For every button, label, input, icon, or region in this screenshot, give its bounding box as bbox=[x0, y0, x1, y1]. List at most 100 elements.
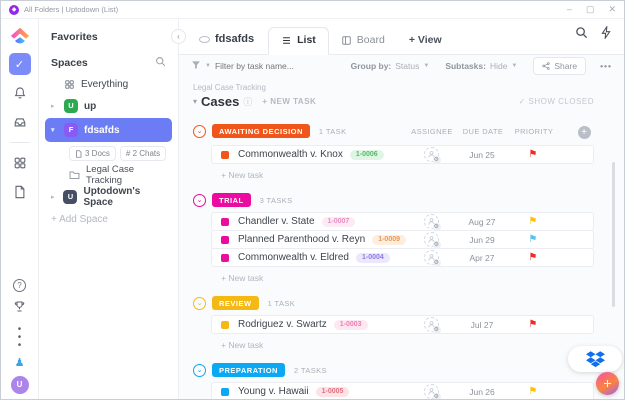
new-task-button[interactable]: + NEW TASK bbox=[262, 97, 316, 106]
show-closed-toggle[interactable]: ✓ SHOW CLOSED bbox=[519, 97, 594, 106]
group-status-badge[interactable]: TRIAL bbox=[212, 193, 251, 207]
column-header-due-date[interactable]: DUE DATE bbox=[457, 127, 509, 136]
priority-flag-icon[interactable]: ⚑ bbox=[528, 252, 537, 263]
filter-funnel-icon[interactable] bbox=[191, 60, 201, 72]
priority-flag-icon[interactable]: ⚑ bbox=[528, 386, 537, 397]
add-column-button[interactable]: + bbox=[574, 122, 594, 140]
group-by-value[interactable]: Status bbox=[395, 61, 419, 71]
close-button[interactable]: ✕ bbox=[608, 5, 616, 14]
task-due-date[interactable]: Jun 29 bbox=[456, 235, 508, 245]
task-tag[interactable]: 1-0004 bbox=[355, 252, 390, 263]
sidebar-favorites-header[interactable]: Favorites bbox=[39, 27, 178, 47]
dropbox-widget[interactable] bbox=[568, 346, 622, 372]
search-icon[interactable] bbox=[155, 56, 166, 70]
docs-chip[interactable]: 3 Docs bbox=[69, 146, 116, 161]
sidebar-collapse-button[interactable]: ‹ bbox=[171, 29, 186, 44]
sidebar-item-space-up[interactable]: ▸ U up bbox=[39, 95, 178, 117]
help-icon[interactable]: ? bbox=[13, 279, 26, 292]
task-due-date[interactable]: Jun 25 bbox=[456, 150, 508, 160]
chevron-right-icon[interactable]: ▸ bbox=[51, 193, 57, 201]
info-icon[interactable]: ⓘ bbox=[243, 95, 252, 108]
assignee-add-button[interactable]: ⚙ bbox=[423, 214, 441, 231]
breadcrumb[interactable]: Legal Case Tracking bbox=[193, 83, 594, 92]
automation-lightning-icon[interactable] bbox=[600, 24, 612, 44]
chevron-down-icon[interactable]: ▾ bbox=[51, 126, 58, 134]
sidebar-item-list-legal-case-tracking[interactable]: Legal Case Tracking bbox=[39, 164, 178, 186]
task-title[interactable]: Chandler v. State bbox=[238, 216, 315, 227]
task-row[interactable]: Planned Parenthood v. Reynolds 1-0009 ⚙ … bbox=[211, 230, 594, 249]
sidebar-item-everything[interactable]: Everything bbox=[39, 73, 178, 95]
assignee-add-button[interactable]: ⚙ bbox=[423, 317, 441, 334]
task-status-square[interactable] bbox=[221, 253, 229, 262]
tab-list[interactable]: List bbox=[268, 27, 329, 55]
task-status-square[interactable] bbox=[221, 235, 229, 244]
sidebar-item-space-uptodown[interactable]: ▸ U Uptodown's Space bbox=[39, 186, 178, 208]
task-tag[interactable]: 1-0007 bbox=[321, 216, 356, 227]
priority-flag-icon[interactable]: ⚑ bbox=[528, 149, 537, 160]
priority-flag-icon[interactable]: ⚑ bbox=[528, 319, 537, 330]
task-status-square[interactable] bbox=[221, 150, 229, 159]
task-status-square[interactable] bbox=[221, 217, 229, 226]
add-task-link[interactable]: + New task bbox=[221, 170, 594, 180]
task-due-date[interactable]: Jun 26 bbox=[456, 387, 508, 397]
chevron-right-icon[interactable]: ▸ bbox=[51, 102, 58, 110]
search-icon[interactable] bbox=[575, 26, 588, 44]
column-header-priority[interactable]: PRIORITY bbox=[509, 127, 559, 136]
sidebar-spaces-header[interactable]: Spaces bbox=[39, 53, 178, 73]
task-title[interactable]: Planned Parenthood v. Reynolds bbox=[238, 234, 365, 245]
add-task-link[interactable]: + New task bbox=[221, 340, 594, 350]
caret-down-icon[interactable]: ▼ bbox=[205, 63, 211, 69]
sidebar-item-folder-fdsafds[interactable]: ▾ F fdsafds bbox=[45, 118, 172, 142]
task-status-square[interactable] bbox=[221, 320, 229, 329]
task-tag[interactable]: 1-0005 bbox=[315, 386, 350, 397]
docs-page-icon[interactable] bbox=[9, 181, 31, 203]
group-status-badge[interactable]: PREPARATION bbox=[212, 363, 285, 377]
column-header-assignee[interactable]: ASSIGNEE bbox=[407, 127, 457, 136]
quick-add-button[interactable]: + bbox=[596, 372, 619, 395]
task-status-square[interactable] bbox=[221, 387, 229, 396]
add-task-link[interactable]: + New task bbox=[221, 273, 594, 283]
subtasks-value[interactable]: Hide bbox=[490, 61, 507, 71]
priority-flag-icon[interactable]: ⚑ bbox=[528, 234, 537, 245]
group-collapse-chevron[interactable]: ⌄ bbox=[193, 124, 206, 138]
inbox-tray-icon[interactable] bbox=[9, 111, 31, 133]
caret-down-icon[interactable]: ▼ bbox=[511, 63, 517, 69]
trophy-icon[interactable] bbox=[13, 300, 26, 318]
task-row[interactable]: Chandler v. State 1-0007 ⚙ Aug 27 ⚑ bbox=[211, 212, 594, 231]
task-due-date[interactable]: Apr 27 bbox=[456, 253, 508, 263]
dashboards-grid-icon[interactable] bbox=[9, 152, 31, 174]
task-due-date[interactable]: Aug 27 bbox=[456, 217, 508, 227]
task-row[interactable]: Commonwealth v. Knox 1-0006 ⚙ Jun 25 ⚑ bbox=[211, 145, 594, 164]
tab-board[interactable]: Board bbox=[329, 28, 397, 54]
tasks-nav-icon[interactable]: ✓ bbox=[8, 53, 31, 75]
task-due-date[interactable]: Jul 27 bbox=[456, 320, 508, 330]
collapse-caret-icon[interactable]: ▾ bbox=[193, 97, 197, 106]
clickup-logo-icon[interactable] bbox=[9, 25, 31, 45]
user-avatar[interactable]: U bbox=[10, 376, 29, 394]
notifications-bell-icon[interactable] bbox=[9, 82, 31, 104]
task-tag[interactable]: 1-0009 bbox=[372, 234, 406, 245]
filter-input[interactable] bbox=[214, 61, 325, 71]
vertical-scrollbar[interactable] bbox=[612, 162, 615, 307]
group-status-badge[interactable]: REVIEW bbox=[212, 296, 259, 310]
task-title[interactable]: Commonwealth v. Eldred bbox=[238, 252, 349, 263]
priority-flag-icon[interactable]: ⚑ bbox=[528, 216, 537, 227]
group-collapse-chevron[interactable]: ⌄ bbox=[193, 363, 206, 377]
task-row[interactable]: Commonwealth v. Eldred 1-0004 ⚙ Apr 27 ⚑ bbox=[211, 248, 594, 267]
group-collapse-chevron[interactable]: ⌄ bbox=[193, 296, 206, 310]
add-view-button[interactable]: + View bbox=[397, 28, 454, 54]
assignee-add-button[interactable]: ⚙ bbox=[423, 147, 441, 164]
maximize-button[interactable]: ▢ bbox=[586, 5, 595, 14]
task-row[interactable]: Young v. Hawaii 1-0005 ⚙ Jun 26 ⚑ bbox=[211, 382, 594, 399]
task-title[interactable]: Commonwealth v. Knox bbox=[238, 149, 343, 160]
task-title[interactable]: Young v. Hawaii bbox=[238, 386, 309, 397]
task-tag[interactable]: 1-0006 bbox=[349, 149, 384, 160]
referral-icon[interactable]: ♟ bbox=[15, 358, 25, 369]
share-button[interactable]: Share bbox=[533, 57, 587, 75]
task-tag[interactable]: 1-0003 bbox=[333, 319, 368, 330]
more-options-icon[interactable]: ••• bbox=[600, 61, 612, 71]
chats-chip[interactable]: # 2 Chats bbox=[119, 146, 167, 161]
assignee-add-button[interactable]: ⚙ bbox=[423, 250, 441, 267]
more-options-icon[interactable]: ••• bbox=[18, 325, 22, 351]
assignee-add-button[interactable]: ⚙ bbox=[423, 232, 441, 249]
